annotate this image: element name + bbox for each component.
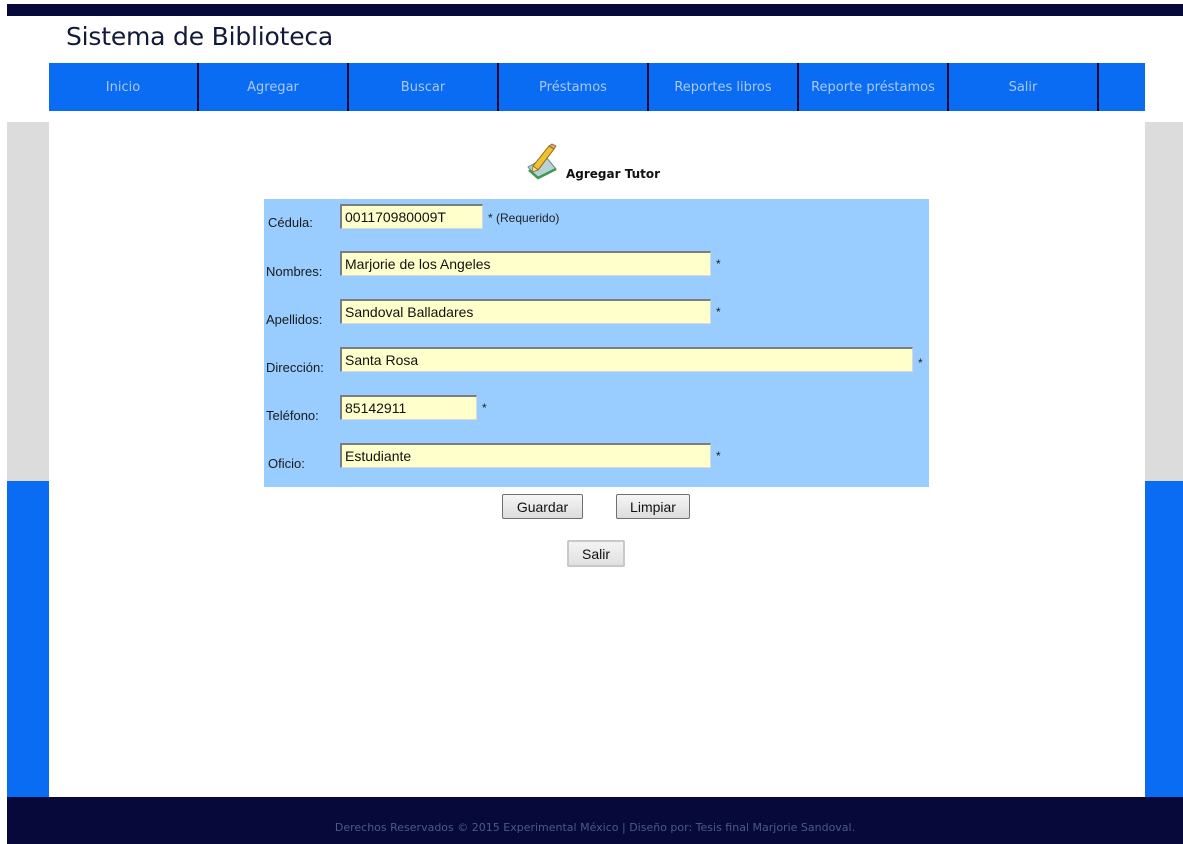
- nav-item-salir[interactable]: Salir: [949, 63, 1099, 111]
- side-panel-right-blue: [1145, 481, 1183, 797]
- apellidos-required-note: *: [716, 305, 721, 319]
- direccion-required-note: *: [918, 356, 923, 370]
- footer-text: Derechos Reservados © 2015 Experimental …: [334, 821, 856, 834]
- nav-item-reporte-prestamos[interactable]: Reporte préstamos: [799, 63, 949, 111]
- side-panel-right-gray: [1145, 122, 1183, 481]
- nombres-label: Nombres:: [266, 264, 323, 279]
- nav-item-agregar[interactable]: Agregar: [199, 63, 349, 111]
- telefono-label: Teléfono:: [266, 408, 319, 423]
- cedula-field[interactable]: [340, 204, 483, 229]
- clear-button[interactable]: Limpiar: [616, 494, 690, 519]
- nav-filler: [1099, 63, 1145, 111]
- nav-item-buscar[interactable]: Buscar: [349, 63, 499, 111]
- apellidos-label: Apellidos:: [266, 312, 323, 327]
- nombres-required-note: *: [716, 257, 721, 271]
- form-heading: Agregar Tutor: [524, 143, 660, 181]
- oficio-required-note: *: [716, 449, 721, 463]
- nav-item-reportes-libros[interactable]: Reportes libros: [649, 63, 799, 111]
- site-title: Sistema de Biblioteca: [66, 22, 334, 51]
- exit-button[interactable]: Salir: [567, 540, 625, 567]
- apellidos-field[interactable]: [340, 299, 711, 324]
- main-nav: Inicio Agregar Buscar Préstamos Reportes…: [49, 63, 1145, 111]
- direccion-field[interactable]: [340, 347, 913, 372]
- direccion-label: Dirección:: [266, 360, 324, 375]
- form-title: Agregar Tutor: [566, 167, 661, 181]
- telefono-required-note: *: [482, 401, 487, 415]
- cedula-label: Cédula:: [268, 215, 313, 230]
- oficio-field[interactable]: [340, 443, 711, 468]
- top-bar: [7, 4, 1183, 16]
- side-panel-left-gray: [7, 122, 49, 481]
- cedula-required-note: * (Requerido): [488, 211, 560, 225]
- footer: Derechos Reservados © 2015 Experimental …: [7, 797, 1183, 844]
- side-panel-left-blue: [7, 481, 49, 797]
- pencil-notepad-icon: [524, 143, 562, 181]
- nav-item-inicio[interactable]: Inicio: [49, 63, 199, 111]
- nav-item-prestamos[interactable]: Préstamos: [499, 63, 649, 111]
- oficio-label: Oficio:: [268, 456, 305, 471]
- telefono-field[interactable]: [340, 395, 477, 420]
- nombres-field[interactable]: [340, 251, 711, 276]
- save-button[interactable]: Guardar: [502, 494, 583, 519]
